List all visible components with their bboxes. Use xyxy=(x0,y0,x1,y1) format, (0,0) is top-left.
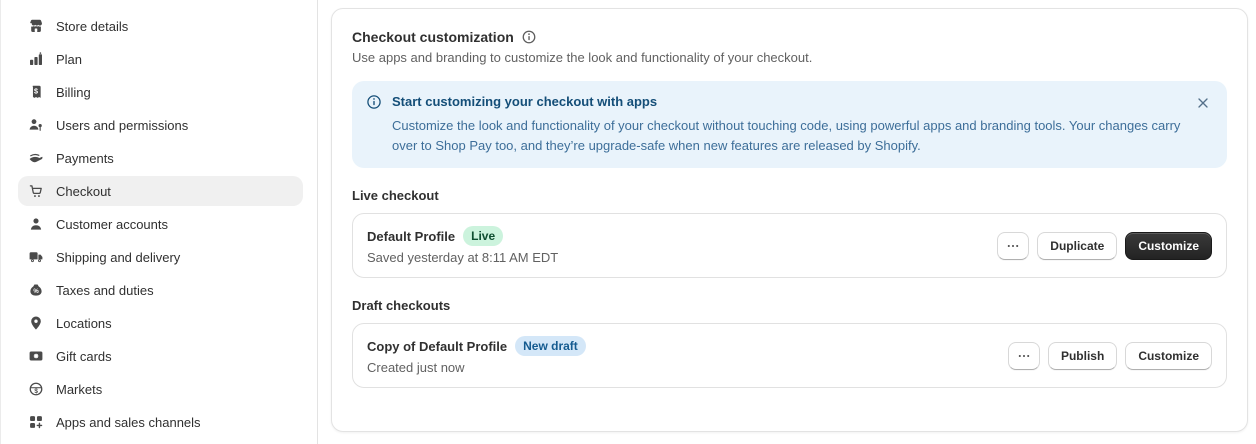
sidebar-item-label: Markets xyxy=(56,382,102,397)
sidebar-item-label: Shipping and delivery xyxy=(56,250,180,265)
plan-icon xyxy=(28,51,44,67)
billing-icon: $ xyxy=(28,84,44,100)
sidebar-item-plan[interactable]: Plan xyxy=(18,44,303,74)
profile-title: Copy of Default Profile xyxy=(367,339,507,354)
locations-pin-icon xyxy=(28,315,44,331)
status-badge-new-draft: New draft xyxy=(515,336,586,356)
sidebar-item-label: Taxes and duties xyxy=(56,283,154,298)
draft-profile-info: Copy of Default Profile New draft Create… xyxy=(367,336,586,375)
sidebar-item-taxes-and-duties[interactable]: % Taxes and duties xyxy=(18,275,303,305)
sidebar-item-label: Billing xyxy=(56,85,91,100)
page-subtitle: Use apps and branding to customize the l… xyxy=(352,50,1227,65)
live-profile-info: Default Profile Live Saved yesterday at … xyxy=(367,226,558,265)
live-profile-actions: Duplicate Customize xyxy=(997,232,1212,260)
status-badge-live: Live xyxy=(463,226,503,246)
sidebar-item-gift-cards[interactable]: Gift cards xyxy=(18,341,303,371)
sidebar-item-apps-and-sales-channels[interactable]: Apps and sales channels xyxy=(18,407,303,437)
sidebar-item-locations[interactable]: Locations xyxy=(18,308,303,338)
markets-globe-icon: $ xyxy=(28,381,44,397)
settings-sidebar: Store details Plan $ Billing Users and p… xyxy=(1,0,318,444)
sidebar-item-users-and-permissions[interactable]: Users and permissions xyxy=(18,110,303,140)
sidebar-item-label: Gift cards xyxy=(56,349,112,364)
taxes-moneybag-icon: % xyxy=(28,282,44,298)
sidebar-item-label: Locations xyxy=(56,316,112,331)
sidebar-item-store-details[interactable]: Store details xyxy=(18,11,303,41)
publish-button[interactable]: Publish xyxy=(1048,342,1117,370)
banner-content: Start customizing your checkout with app… xyxy=(392,93,1183,156)
banner-body: Customize the look and functionality of … xyxy=(392,116,1183,156)
customize-live-button[interactable]: Customize xyxy=(1125,232,1212,260)
svg-text:%: % xyxy=(33,289,39,295)
live-profile-card: Default Profile Live Saved yesterday at … xyxy=(352,213,1227,278)
shipping-truck-icon xyxy=(28,249,44,265)
page-title: Checkout customization xyxy=(352,29,514,45)
draft-checkouts-heading: Draft checkouts xyxy=(352,298,1227,313)
info-icon xyxy=(366,94,382,110)
profile-meta: Created just now xyxy=(367,360,586,375)
ellipsis-icon xyxy=(1017,349,1031,363)
apps-channels-icon xyxy=(28,414,44,430)
more-actions-button[interactable] xyxy=(997,232,1029,260)
more-actions-button[interactable] xyxy=(1008,342,1040,370)
sidebar-item-checkout[interactable]: Checkout xyxy=(18,176,303,206)
store-icon xyxy=(28,18,44,34)
sidebar-item-markets[interactable]: $ Markets xyxy=(18,374,303,404)
sidebar-item-shipping-and-delivery[interactable]: Shipping and delivery xyxy=(18,242,303,272)
sidebar-item-label: Plan xyxy=(56,52,82,67)
draft-profile-actions: Publish Customize xyxy=(1008,342,1212,370)
customize-draft-button[interactable]: Customize xyxy=(1125,342,1212,370)
checkout-customization-panel: Checkout customization Use apps and bran… xyxy=(331,8,1248,432)
gift-cards-icon xyxy=(28,348,44,364)
users-permissions-icon xyxy=(28,117,44,133)
duplicate-button[interactable]: Duplicate xyxy=(1037,232,1117,260)
sidebar-item-label: Customer accounts xyxy=(56,217,168,232)
svg-text:$: $ xyxy=(34,86,38,95)
svg-text:$: $ xyxy=(34,388,38,395)
profile-title: Default Profile xyxy=(367,229,455,244)
sidebar-item-payments[interactable]: Payments xyxy=(18,143,303,173)
ellipsis-icon xyxy=(1006,239,1020,253)
main-content: Checkout customization Use apps and bran… xyxy=(318,0,1256,444)
sidebar-item-label: Users and permissions xyxy=(56,118,188,133)
sidebar-item-label: Store details xyxy=(56,19,128,34)
checkout-cart-icon xyxy=(28,183,44,199)
sidebar-item-customer-accounts[interactable]: Customer accounts xyxy=(18,209,303,239)
settings-page: Store details Plan $ Billing Users and p… xyxy=(1,0,1256,444)
sidebar-item-label: Checkout xyxy=(56,184,111,199)
page-title-row: Checkout customization xyxy=(352,29,1227,45)
info-tooltip-icon[interactable] xyxy=(521,29,537,45)
sidebar-item-label: Payments xyxy=(56,151,114,166)
close-icon[interactable] xyxy=(1193,93,1213,113)
live-checkout-heading: Live checkout xyxy=(352,188,1227,203)
payments-icon xyxy=(28,150,44,166)
draft-profile-card: Copy of Default Profile New draft Create… xyxy=(352,323,1227,388)
sidebar-item-billing[interactable]: $ Billing xyxy=(18,77,303,107)
profile-meta: Saved yesterday at 8:11 AM EDT xyxy=(367,250,558,265)
sidebar-item-label: Apps and sales channels xyxy=(56,415,201,430)
apps-info-banner: Start customizing your checkout with app… xyxy=(352,81,1227,168)
customer-accounts-icon xyxy=(28,216,44,232)
banner-title: Start customizing your checkout with app… xyxy=(392,93,1183,111)
